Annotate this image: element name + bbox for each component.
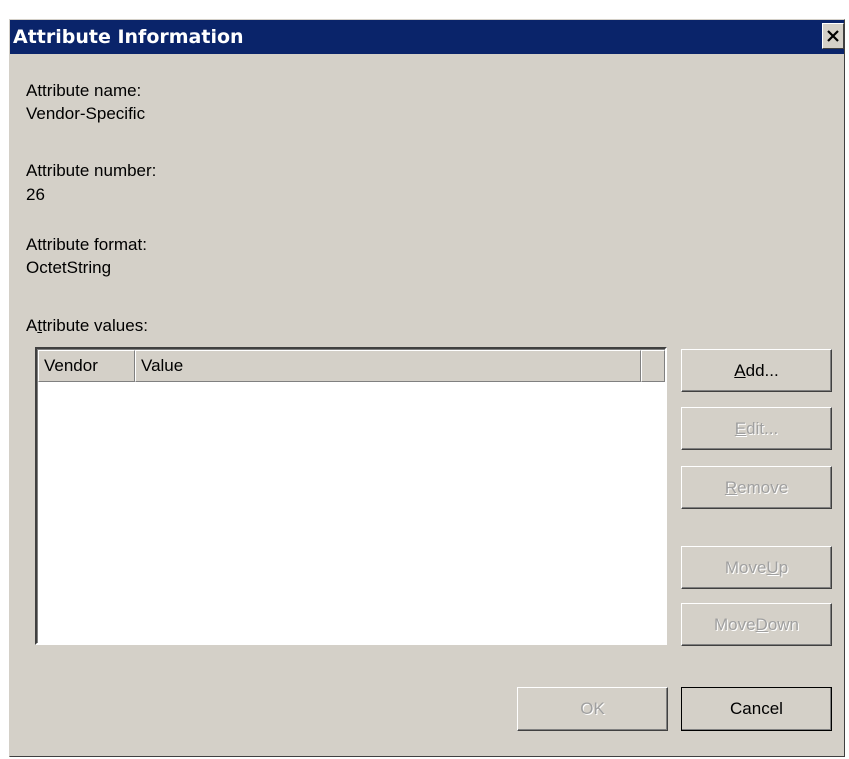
column-header-value[interactable]: Value <box>135 350 641 382</box>
remove-button[interactable]: Remove <box>681 466 832 509</box>
edit-button-mnemonic: E <box>734 418 747 438</box>
attribute-values-label-pre: A <box>26 316 38 335</box>
move-down-button-label-pre: Move <box>713 614 756 634</box>
column-header-filler <box>641 350 665 382</box>
move-down-button-mnemonic: D <box>755 614 768 634</box>
attribute-name-value: Vendor-Specific <box>26 104 146 123</box>
attribute-information-dialog: Attribute Information Attribute name: Ve… <box>9 19 845 757</box>
add-button[interactable]: Add... <box>681 349 832 392</box>
move-up-button-mnemonic: U <box>766 557 779 577</box>
move-down-button-label-post: own <box>767 614 800 634</box>
ok-button[interactable]: OK <box>517 687 668 731</box>
attribute-values-label: Attribute values: <box>26 315 148 337</box>
cancel-button[interactable]: Cancel <box>681 687 832 731</box>
edit-button-label-post: dit... <box>746 418 779 438</box>
column-header-vendor[interactable]: Vendor <box>38 350 135 382</box>
attribute-number-label: Attribute number: <box>26 161 157 180</box>
attribute-values-label-post: tribute values: <box>42 316 148 335</box>
dialog-title: Attribute Information <box>13 26 244 48</box>
close-icon <box>827 30 839 42</box>
close-button[interactable] <box>822 23 844 49</box>
title-bar[interactable]: Attribute Information <box>10 20 844 54</box>
attribute-number-value: 26 <box>26 185 45 204</box>
attribute-format-label: Attribute format: <box>26 235 147 254</box>
attribute-values-list[interactable]: Vendor Value <box>35 347 667 645</box>
attribute-format-value: OctetString <box>26 258 112 277</box>
move-up-button[interactable]: Move Up <box>681 546 832 589</box>
add-button-mnemonic: A <box>734 360 746 380</box>
remove-button-mnemonic: R <box>724 477 738 497</box>
attribute-name-label: Attribute name: <box>26 81 142 100</box>
remove-button-label-post: emove <box>737 477 789 497</box>
move-down-button[interactable]: Move Down <box>681 603 832 646</box>
edit-button[interactable]: Edit... <box>681 407 832 450</box>
list-header: Vendor Value <box>38 350 665 382</box>
add-button-label-post: dd... <box>745 360 779 380</box>
move-up-button-label-post: p <box>778 557 789 577</box>
move-up-button-label-pre: Move <box>724 557 767 577</box>
